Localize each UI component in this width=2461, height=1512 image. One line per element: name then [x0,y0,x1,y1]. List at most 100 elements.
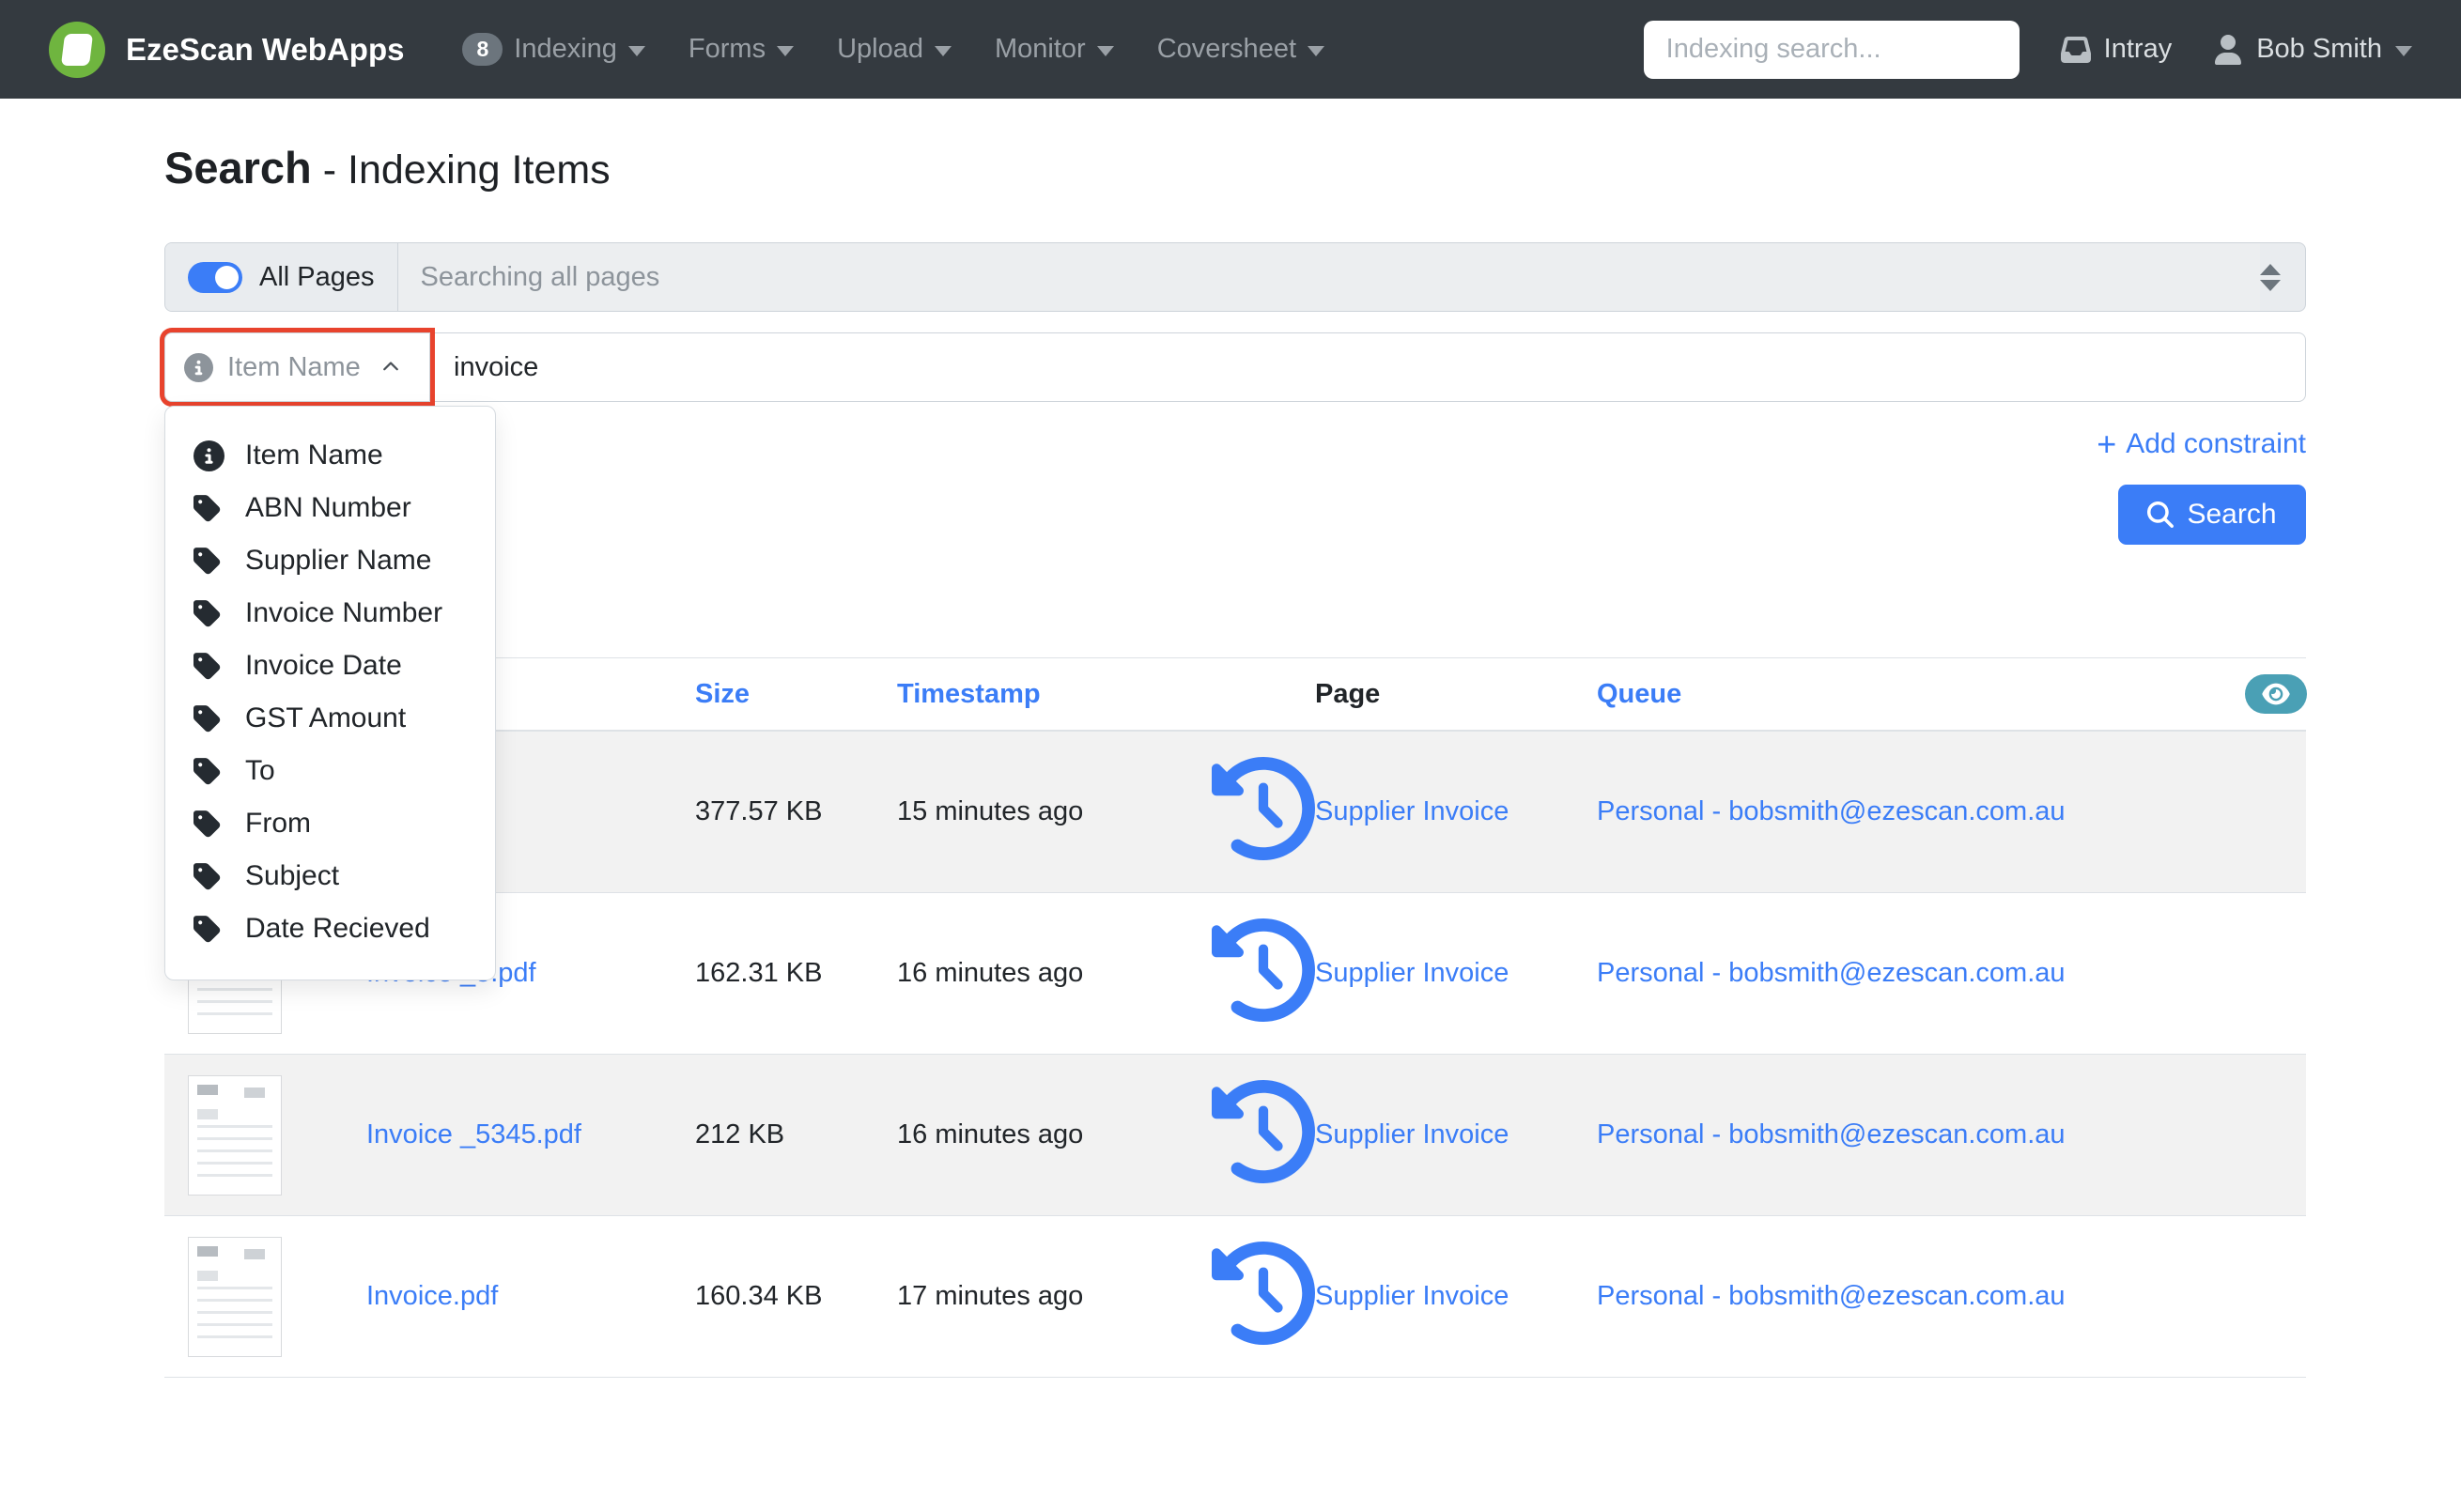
document-thumbnail[interactable] [188,1237,282,1357]
chevron-down-icon [628,46,645,56]
query-input[interactable] [430,332,2306,402]
nav-menu-monitor[interactable]: Monitor [995,34,1114,65]
add-constraint-link[interactable]: + Add constraint [2097,427,2306,461]
dropdown-item-label: Invoice Number [245,597,442,629]
file-size: 212 KB [695,1119,897,1150]
search-button[interactable]: Search [2118,485,2306,545]
dropdown-item-label: ABN Number [245,492,411,524]
tag-icon [193,493,224,524]
dropdown-item-to[interactable]: To [165,745,495,797]
query-filter-group: Item Name [164,332,2306,402]
file-timestamp: 16 minutes ago [897,958,1212,989]
page-link[interactable]: Supplier Invoice [1315,796,1509,826]
dropdown-item-subject[interactable]: Subject [165,850,495,903]
queue-link[interactable]: Personal - bobsmith@ezescan.com.au [1597,1281,2066,1311]
tag-icon [193,703,224,734]
all-pages-label: All Pages [259,262,375,293]
nav-menu-coversheet[interactable]: Coversheet [1157,34,1324,65]
column-header-size[interactable]: Size [695,679,897,710]
page-link[interactable]: Supplier Invoice [1315,958,1509,988]
ezescan-logo-icon [49,22,105,78]
main-content: Search - Indexing Items ems All Pages It… [0,99,2461,1378]
file-name-link[interactable]: Invoice.pdf [366,1281,498,1311]
tag-icon [193,598,224,629]
add-constraint-label: Add constraint [2126,428,2306,460]
tag-icon [193,809,224,840]
dropdown-item-label: To [245,755,275,787]
dropdown-item-invoice-number[interactable]: Invoice Number [165,587,495,640]
table-row: Invoice _5345.pdf 212 KB 16 minutes ago … [164,1055,2306,1216]
nav-menu-upload-label: Upload [837,34,923,65]
file-timestamp: 17 minutes ago [897,1281,1212,1312]
chevron-down-icon [1308,46,1324,56]
tag-icon [193,914,224,945]
indexing-search-input[interactable] [1644,21,2020,79]
history-icon[interactable] [1212,998,1315,1028]
tag-icon [193,861,224,892]
inbox-icon [2061,35,2091,65]
dropdown-item-item-name[interactable]: Item Name [165,429,495,482]
dropdown-item-label: Invoice Date [245,650,402,682]
nav-menu-forms-label: Forms [689,34,766,65]
all-pages-filter-group: All Pages [164,242,2306,312]
intray-label: Intray [2104,34,2173,65]
top-navbar: EzeScan WebApps 8 Indexing Forms Upload … [0,0,2461,99]
magnifier-icon [2147,501,2174,528]
eye-icon [2262,682,2290,706]
queue-link[interactable]: Personal - bobsmith@ezescan.com.au [1597,1119,2066,1149]
dropdown-item-abn-number[interactable]: ABN Number [165,482,495,534]
file-timestamp: 16 minutes ago [897,1119,1212,1150]
nav-menu-upload[interactable]: Upload [837,34,952,65]
user-menu[interactable]: Bob Smith [2213,34,2412,65]
dropdown-item-label: Supplier Name [245,545,431,577]
chevron-down-icon [1097,46,1114,56]
dropdown-item-supplier-name[interactable]: Supplier Name [165,534,495,587]
nav-menu-monitor-label: Monitor [995,34,1086,65]
chevron-up-icon [379,359,403,376]
column-header-queue[interactable]: Queue [1597,679,2245,710]
page-link[interactable]: Supplier Invoice [1315,1281,1509,1311]
dropdown-item-label: From [245,808,311,840]
dropdown-item-label: GST Amount [245,702,406,734]
field-selector-button[interactable]: Item Name [164,332,430,402]
nav-menu-indexing[interactable]: 8 Indexing [462,33,644,66]
info-circle-icon [193,440,224,471]
dropdown-item-label: Subject [245,860,339,892]
dropdown-item-from[interactable]: From [165,797,495,850]
page-title-secondary: - Indexing Items [312,147,611,193]
dropdown-item-invoice-date[interactable]: Invoice Date [165,640,495,692]
tag-icon [193,546,224,577]
nav-menu-forms[interactable]: Forms [689,34,794,65]
tag-icon [193,651,224,682]
file-name-link[interactable]: Invoice _5345.pdf [366,1119,581,1149]
all-pages-toggle[interactable] [188,262,242,293]
page-title-primary: Search [164,143,312,193]
queue-link[interactable]: Personal - bobsmith@ezescan.com.au [1597,958,2066,988]
intray-button[interactable]: Intray [2061,34,2173,65]
chevron-down-icon [935,46,952,56]
page-link[interactable]: Supplier Invoice [1315,1119,1509,1149]
history-icon[interactable] [1212,1321,1315,1351]
nav-menu-indexing-label: Indexing [514,34,617,65]
history-icon[interactable] [1212,1160,1315,1190]
user-name-label: Bob Smith [2256,34,2382,65]
plus-icon: + [2097,427,2116,461]
file-size: 160.34 KB [695,1281,897,1312]
toggle-visibility-button[interactable] [2245,674,2307,714]
document-thumbnail[interactable] [188,1075,282,1196]
all-pages-search-input[interactable] [398,243,2260,311]
file-size: 377.57 KB [695,796,897,827]
brand-title: EzeScan WebApps [126,32,404,68]
dropdown-item-date-recieved[interactable]: Date Recieved [165,903,495,955]
dropdown-item-gst-amount[interactable]: GST Amount [165,692,495,745]
search-button-label: Search [2187,499,2276,531]
history-icon[interactable] [1212,837,1315,867]
dropdown-item-label: Item Name [245,440,383,471]
field-selector-label: Item Name [227,352,361,383]
field-dropdown-menu: Item Name ABN Number Supplier Name Invoi… [164,406,496,980]
all-pages-prepend: All Pages [165,243,398,311]
table-row: Invoice.pdf 160.34 KB 17 minutes ago Sup… [164,1216,2306,1378]
column-header-timestamp[interactable]: Timestamp [897,679,1212,710]
queue-link[interactable]: Personal - bobsmith@ezescan.com.au [1597,796,2066,826]
sort-toggle-icon[interactable] [2260,264,2281,291]
